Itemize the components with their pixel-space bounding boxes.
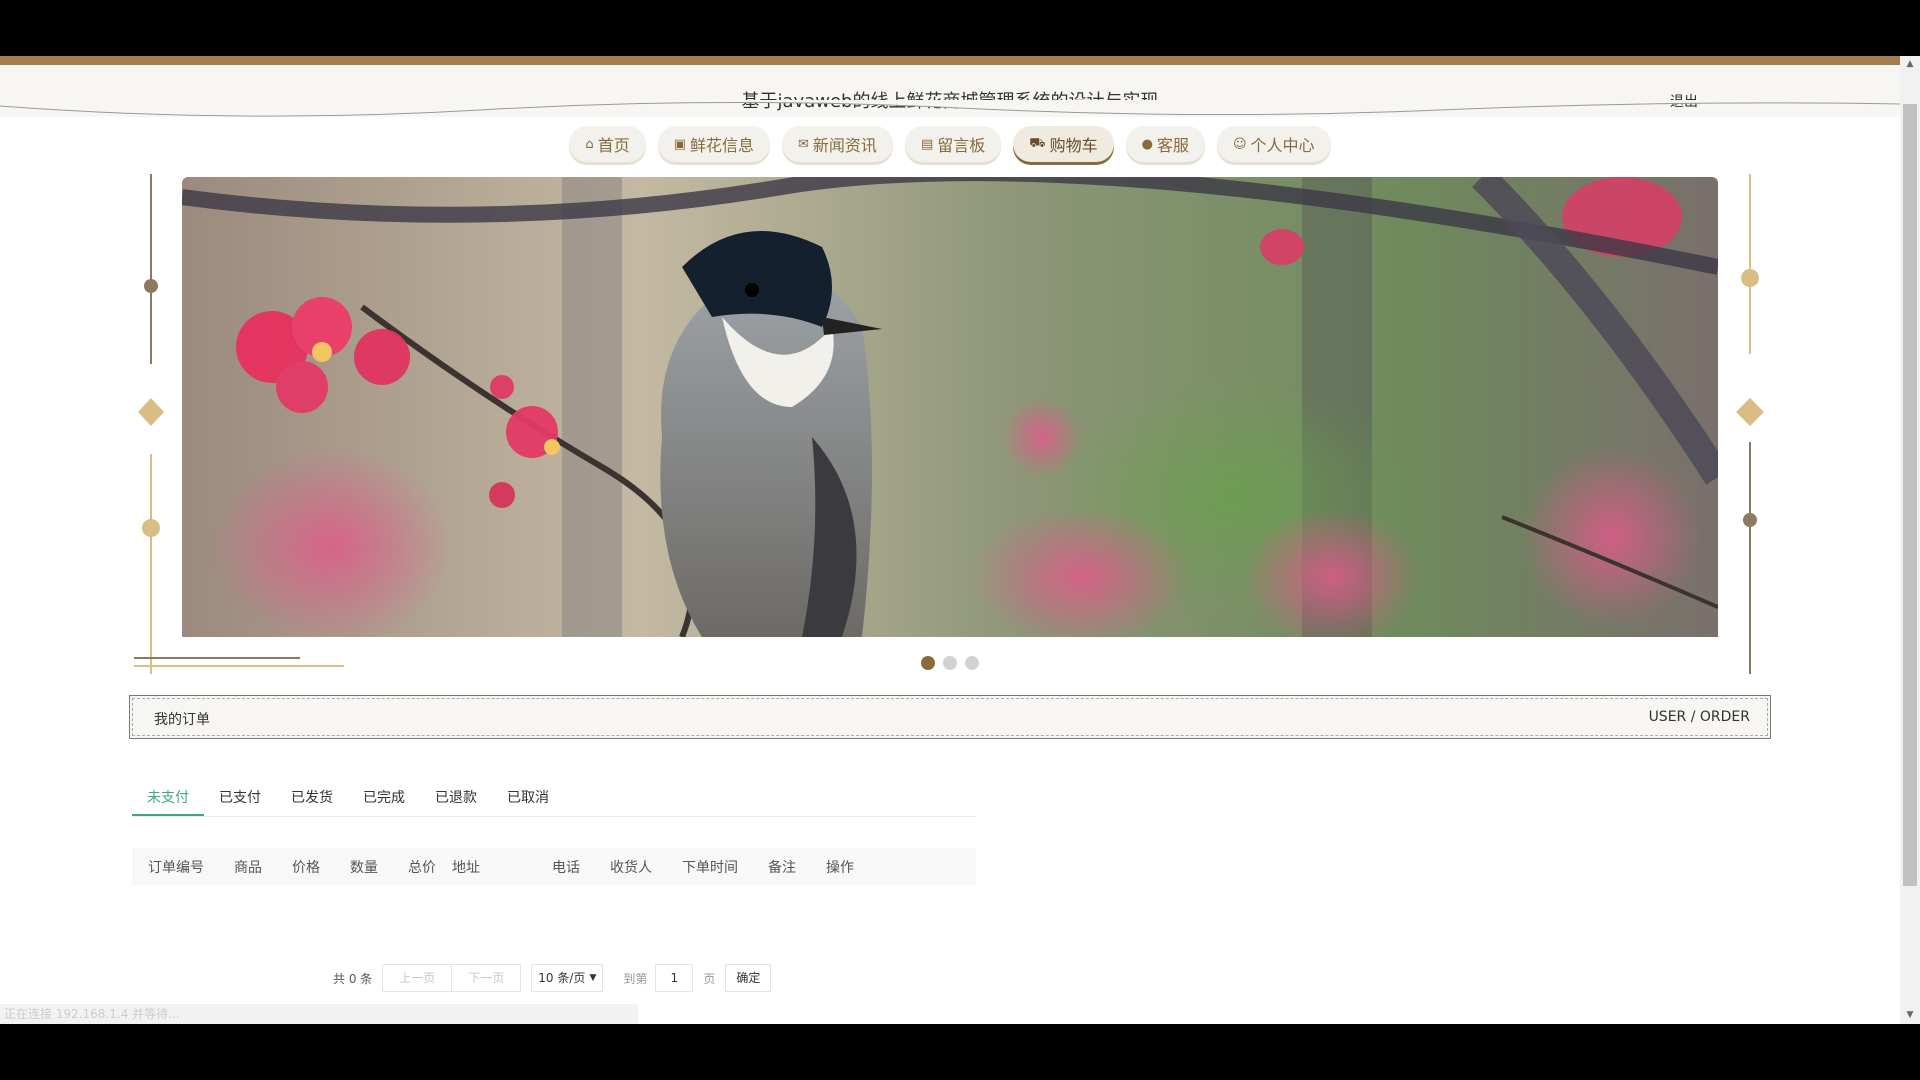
- goto-label: 到第: [623, 971, 648, 986]
- mail-icon: ✉: [798, 136, 809, 152]
- page-number-input[interactable]: 1: [655, 964, 694, 992]
- banner-image: [182, 177, 1718, 637]
- nav-item-profile[interactable]: ☺ 个人中心: [1216, 126, 1331, 162]
- column-header: 商品: [234, 860, 262, 876]
- nav-item-label: 首页: [597, 136, 630, 155]
- tab-completed[interactable]: 已完成: [348, 781, 420, 816]
- tab-refunded[interactable]: 已退款: [420, 781, 492, 816]
- carousel-dot-3[interactable]: [965, 656, 979, 670]
- orders-table-header: 订单编号 商品 价格 数量 总价 地址 电话 收货人 下单时间 备注 操作: [132, 848, 976, 886]
- nav-item-home[interactable]: ⌂ 首页: [569, 126, 646, 162]
- main-nav: ⌂ 首页 ▣ 鲜花信息 ✉ 新闻资讯 ▤ 留言板 ⛟ 购物车 ● 客服 ☺ 个人…: [0, 126, 1900, 162]
- column-header: 操作: [826, 860, 854, 876]
- browser-status-text: 正在连接 192.168.1.4 并等待...: [0, 1004, 638, 1024]
- user-icon: ☺: [1232, 136, 1247, 152]
- prev-page-button[interactable]: 上一页: [382, 964, 453, 992]
- nav-item-label: 鲜花信息: [690, 136, 755, 155]
- nav-item-flowers[interactable]: ▣ 鲜花信息: [657, 126, 771, 162]
- nav-item-news[interactable]: ✉ 新闻资讯: [782, 126, 893, 162]
- nav-item-label: 留言板: [937, 136, 986, 155]
- cart-icon: ⛟: [1029, 135, 1046, 151]
- nav-item-messages[interactable]: ▤ 留言板: [904, 126, 1002, 162]
- browser-viewport: 基于javaweb的线上鲜花商城管理系统的设计与实现 退出 ⌂ 首页 ▣ 鲜花信…: [0, 56, 1920, 1024]
- page-scrollbar[interactable]: ▲ ▼: [1900, 56, 1920, 1024]
- tab-paid[interactable]: 已支付: [204, 781, 276, 816]
- pagination: 共 0 条 上一页 下一页 10 条/页 ▼ 到第 1 页 确定: [333, 964, 772, 992]
- page-suffix-label: 页: [703, 971, 716, 986]
- nav-item-label: 购物车: [1049, 136, 1098, 155]
- banner-left-ornament: [138, 174, 164, 674]
- column-header: 订单编号: [148, 860, 204, 876]
- gift-icon: ▣: [673, 136, 686, 152]
- banner-right-ornament: [1736, 174, 1764, 674]
- header-wave-decoration: [0, 100, 1900, 117]
- nav-item-label: 个人中心: [1250, 136, 1315, 155]
- column-header: 数量: [350, 860, 378, 876]
- clipboard-icon: ▤: [920, 136, 934, 152]
- home-icon: ⌂: [585, 136, 594, 152]
- pagination-total: 共 0 条: [333, 971, 373, 986]
- nav-item-cart[interactable]: ⛟ 购物车: [1013, 126, 1114, 162]
- column-header: 地址: [452, 860, 480, 876]
- column-header: 收货人: [610, 860, 652, 876]
- column-header: 备注: [768, 860, 796, 876]
- top-accent-bar: [0, 56, 1920, 65]
- tab-cancelled[interactable]: 已取消: [492, 781, 564, 816]
- section-subtitle: USER / ORDER: [1648, 709, 1750, 725]
- nav-item-service[interactable]: ● 客服: [1125, 126, 1205, 162]
- section-title: 我的订单: [154, 712, 210, 728]
- scrollbar-thumb[interactable]: [1903, 104, 1917, 886]
- page-size-value: 10 条/页: [538, 971, 586, 985]
- nav-item-label: 新闻资讯: [812, 136, 877, 155]
- chat-icon: ●: [1141, 136, 1153, 152]
- column-header: 下单时间: [682, 860, 738, 876]
- carousel-dot-1[interactable]: [921, 656, 935, 670]
- page-size-select[interactable]: 10 条/页 ▼: [531, 964, 604, 992]
- carousel-dots: [0, 656, 1900, 670]
- next-page-button[interactable]: 下一页: [452, 964, 522, 992]
- scroll-up-icon[interactable]: ▲: [1900, 56, 1920, 73]
- order-status-tabs: 未支付 已支付 已发货 已完成 已退款 已取消: [132, 781, 976, 817]
- goto-confirm-button[interactable]: 确定: [725, 964, 772, 992]
- column-header: 总价: [408, 860, 436, 876]
- column-header: 价格: [292, 860, 320, 876]
- tab-shipped[interactable]: 已发货: [276, 781, 348, 816]
- carousel-dot-2[interactable]: [943, 656, 957, 670]
- scroll-down-icon[interactable]: ▼: [1900, 1007, 1920, 1024]
- column-header: 电话: [552, 860, 580, 876]
- orders-section-header: 我的订单 USER / ORDER: [129, 695, 1771, 739]
- section-dashed-border: [132, 698, 1768, 736]
- tab-unpaid[interactable]: 未支付: [132, 781, 204, 816]
- chevron-down-icon: ▼: [589, 973, 597, 983]
- nav-item-label: 客服: [1156, 136, 1189, 155]
